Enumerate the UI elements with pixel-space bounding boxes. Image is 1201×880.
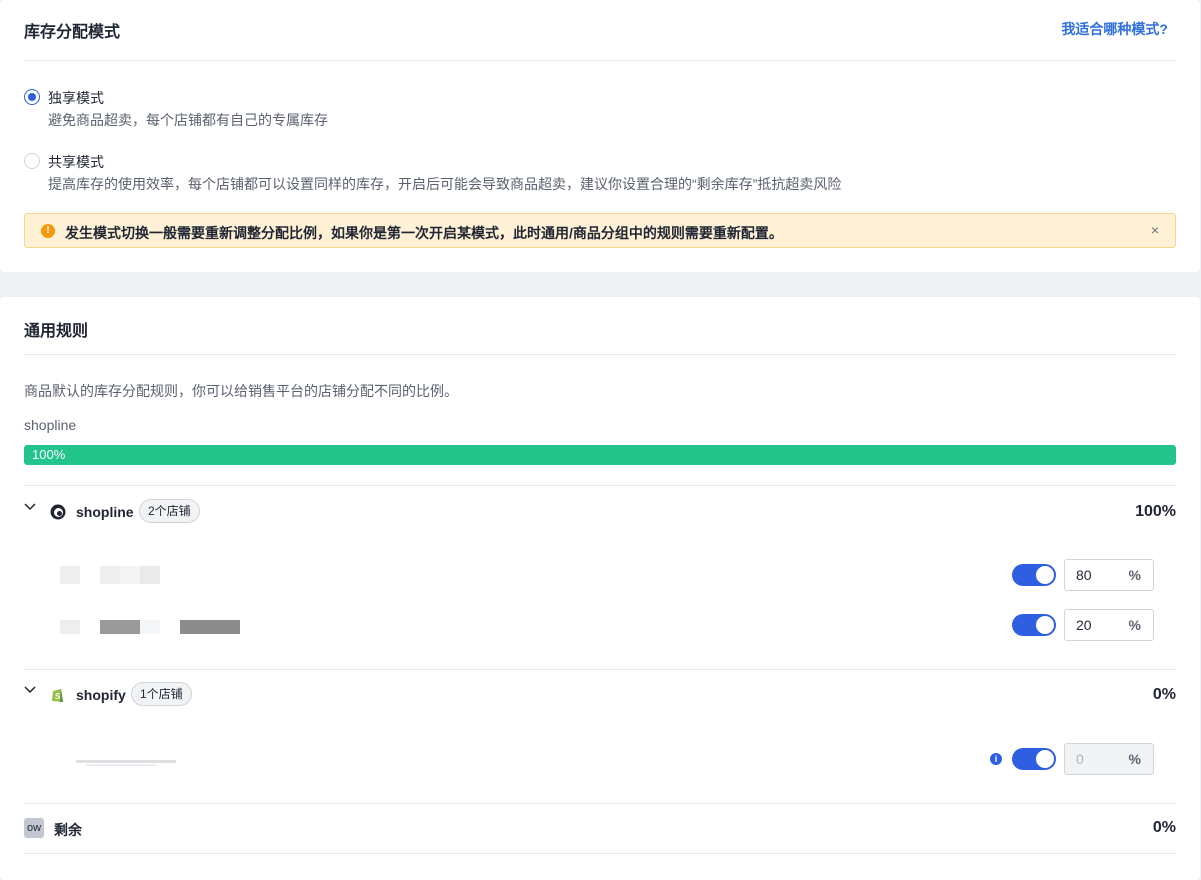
platform-name-shopify: shopify [76,687,126,703]
store-percent-input[interactable]: % [1064,743,1154,775]
mode-divider [24,60,1176,61]
store-name-blurred [60,616,240,638]
percent-unit: % [1128,617,1141,633]
radio-shared[interactable] [24,153,40,169]
store-name-blurred [60,566,160,584]
store-enable-toggle[interactable] [1012,564,1056,586]
remainder-badge: ow [24,818,44,838]
radio-exclusive[interactable] [24,89,40,105]
group-percent-shopline: 100% [1135,503,1176,520]
group-header-shopify: S shopify 1个店铺 0% [24,680,1176,710]
exclusive-mode-label: 独享模式 [48,90,104,106]
store-percent-field[interactable] [1065,560,1125,590]
rules-section-title: 通用规则 [24,323,89,340]
chevron-down-icon[interactable] [24,686,36,694]
store-percent-input[interactable]: % [1064,559,1154,591]
store-count-badge: 1个店铺 [131,682,192,706]
chevron-down-icon[interactable] [24,503,36,511]
rules-divider [24,354,1176,355]
rules-description: 商品默认的库存分配规则，你可以给销售平台的店铺分配不同的比例。 [24,383,458,399]
general-rules-card: 通用规则 商品默认的库存分配规则，你可以给销售平台的店铺分配不同的比例。 sho… [0,297,1200,880]
allocation-bar-fill [24,445,1176,465]
percent-unit: % [1128,751,1141,767]
which-mode-help-link[interactable]: 我适合哪种模式? [1061,19,1168,39]
shared-mode-desc: 提高库存的使用效率，每个店铺都可以设置同样的库存，开启后可能会导致商品超卖，建议… [48,176,842,192]
platform-name-shopline: shopline [76,504,134,520]
group-divider [24,669,1176,670]
group-header-shopline: shopline 2个店铺 100% [24,497,1176,527]
store-count-badge: 2个店铺 [139,499,200,523]
group-divider-top [24,485,1176,486]
close-icon[interactable]: × [1151,222,1159,238]
remainder-divider [24,853,1176,854]
store-percent-field[interactable] [1065,610,1125,640]
store-enable-toggle[interactable] [1012,614,1056,636]
mode-switch-alert: ! 发生模式切换一般需要重新调整分配比例，如果你是第一次开启某模式，此时通用/商… [24,213,1176,248]
store-row: % [60,558,1154,591]
info-icon[interactable]: i [990,753,1002,765]
store-row: i % [60,742,1154,775]
allocation-bar: 100% [24,445,1176,465]
store-enable-toggle[interactable] [1012,748,1056,770]
allocation-bar-value: 100% [32,447,66,462]
svg-text:S: S [55,692,61,701]
warning-icon: ! [41,224,55,238]
shopify-logo-icon: S [50,687,66,703]
shared-mode-label: 共享模式 [48,154,104,170]
store-percent-input[interactable]: % [1064,609,1154,641]
remainder-label: 剩余 [54,822,82,838]
store-name-blurred [76,750,196,768]
remainder-percent: 0% [1152,819,1176,836]
store-row: % [60,608,1154,641]
mode-section-title: 库存分配模式 [24,24,121,41]
store-percent-field[interactable] [1065,744,1125,774]
shopline-logo-icon [50,504,66,520]
group-percent-shopify: 0% [1152,686,1176,703]
percent-unit: % [1128,567,1141,583]
exclusive-mode-desc: 避免商品超卖，每个店铺都有自己的专属库存 [48,112,328,128]
alert-text: 发生模式切换一般需要重新调整分配比例，如果你是第一次开启某模式，此时通用/商品分… [65,225,783,241]
allocation-bar-label: shopline [24,417,77,433]
inventory-mode-card: 库存分配模式 我适合哪种模式? 独享模式 避免商品超卖，每个店铺都有自己的专属库… [0,0,1200,272]
group-divider [24,803,1176,804]
